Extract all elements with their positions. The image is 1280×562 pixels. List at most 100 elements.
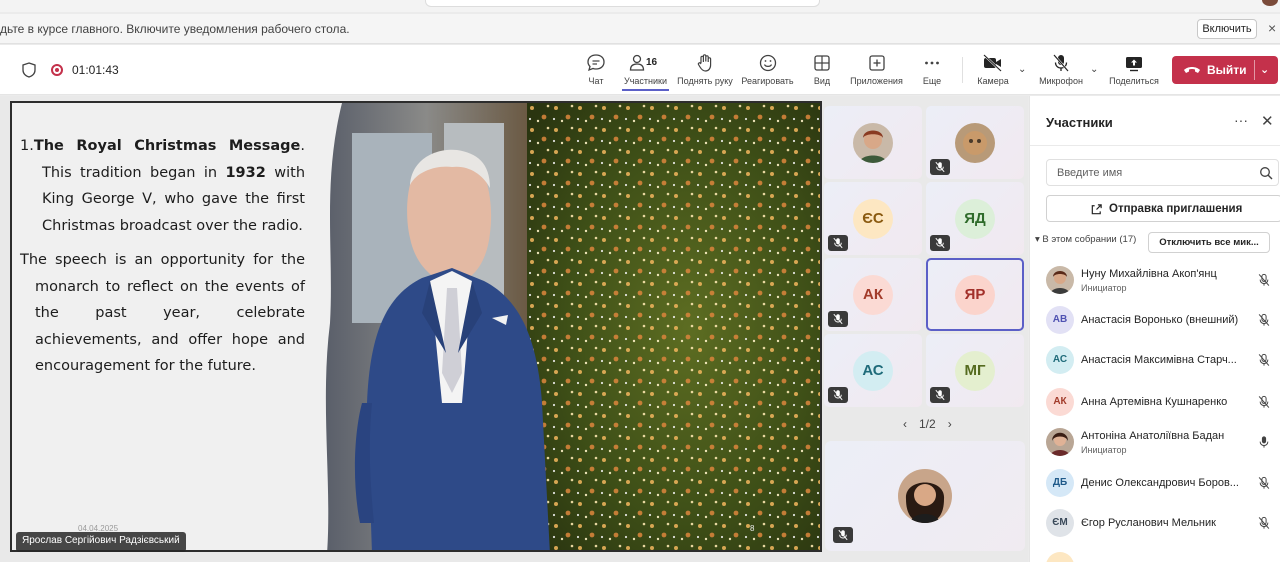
participant-role: Инициатор	[1081, 283, 1127, 293]
leave-label: Выйти	[1207, 63, 1247, 77]
participant-row[interactable]: Антоніна Анатоліївна Бадан Инициатор	[1030, 424, 1280, 460]
participant-initials: ЄС	[853, 198, 893, 239]
profile-avatar[interactable]	[1262, 0, 1278, 6]
search-input[interactable]: Введите имя	[1046, 159, 1279, 186]
avatar: ДБ	[1046, 469, 1074, 497]
invite-label: Отправка приглашения	[1109, 203, 1243, 215]
camera-off-icon	[983, 54, 1002, 72]
close-icon[interactable]: ×	[1268, 20, 1276, 36]
apps-button[interactable]: Приложения	[848, 53, 905, 91]
video-tile[interactable]: АК	[824, 258, 922, 331]
close-icon[interactable]: ✕	[1261, 112, 1274, 130]
mute-all-button[interactable]: Отключить все мик...	[1148, 232, 1270, 253]
participant-row[interactable]: ДБ Денис Олександрович Боров...	[1030, 465, 1280, 501]
video-tile[interactable]: ЯД	[926, 182, 1024, 255]
mic-off-icon	[1258, 313, 1270, 326]
mic-off-icon	[1258, 476, 1270, 489]
chat-button[interactable]: Чат	[583, 53, 609, 91]
king-christmas-photo	[325, 103, 820, 550]
video-tile[interactable]: АС	[824, 334, 922, 407]
slide-paragraph-1: 1.The Royal Christmas Message. This trad…	[20, 133, 305, 239]
leave-options-chevron-icon[interactable]: ⌄	[1260, 63, 1269, 76]
previous-page-icon[interactable]: ‹	[903, 417, 907, 431]
presenter-name-tag: Ярослав Сергійович Радзієвський	[16, 532, 186, 552]
share-invite-icon	[1091, 204, 1102, 215]
panel-title: Участники	[1046, 115, 1113, 130]
participant-photo-avatar	[853, 122, 893, 163]
slide-text: 1.The Royal Christmas Message. This trad…	[20, 133, 305, 380]
participant-name: Анастасія Максимівна Старч...	[1081, 354, 1237, 366]
mic-off-icon	[1258, 395, 1270, 408]
view-button[interactable]: Вид	[808, 53, 836, 91]
hand-icon	[697, 54, 712, 72]
mic-off-icon	[1258, 353, 1270, 366]
more-options-icon[interactable]: ···	[1234, 112, 1248, 128]
participant-photo-avatar	[898, 469, 952, 523]
share-screen-icon	[1126, 57, 1142, 72]
in-meeting-section-header[interactable]: ▾ В этом собрании (17)	[1035, 234, 1136, 245]
list-number: 1.	[20, 138, 34, 154]
toolbar-divider	[962, 57, 963, 83]
video-tile[interactable]: МГ	[926, 334, 1024, 407]
react-button[interactable]: Реагировать	[740, 53, 795, 91]
avatar	[1046, 266, 1074, 294]
camera-options-chevron-icon[interactable]: ⌄	[1018, 64, 1026, 75]
participant-name: Анна Артемівна Кушнаренко	[1081, 396, 1228, 408]
avatar	[1046, 552, 1074, 562]
people-icon	[629, 54, 645, 71]
react-label: Реагировать	[741, 76, 794, 86]
participant-row-partial[interactable]	[1030, 548, 1280, 562]
recording-icon	[51, 64, 63, 76]
chat-icon	[587, 54, 605, 72]
enable-notifications-button[interactable]: Включить	[1197, 19, 1257, 39]
muted-mic-icon	[833, 527, 853, 543]
mic-off-icon	[1258, 273, 1270, 286]
participant-initials: ЯР	[955, 274, 995, 315]
hang-up-icon	[1184, 67, 1200, 73]
mic-off-icon	[1258, 516, 1270, 529]
participant-row[interactable]: АК Анна Артемівна Кушнаренко	[1030, 384, 1280, 420]
raise-hand-button[interactable]: Поднять руку	[676, 53, 734, 91]
participant-row[interactable]: АВ Анастасія Воронько (внешний)	[1030, 302, 1280, 338]
grid-pager: ‹ 1/2 ›	[897, 417, 958, 431]
camera-button[interactable]: Камера	[976, 53, 1010, 91]
apps-label: Приложения	[850, 76, 903, 86]
participant-row[interactable]: АС Анастасія Максимівна Старч...	[1030, 342, 1280, 378]
avatar: АК	[1046, 388, 1074, 416]
participant-row[interactable]: Нуну Михайлівна Акоп'янц Инициатор	[1030, 262, 1280, 298]
mic-options-chevron-icon[interactable]: ⌄	[1090, 64, 1098, 75]
video-tile[interactable]	[926, 106, 1024, 179]
active-speaker-tile[interactable]: ЯР	[926, 258, 1024, 331]
view-label: Вид	[813, 76, 831, 86]
muted-mic-icon	[828, 311, 848, 327]
muted-mic-icon	[828, 387, 848, 403]
mic-on-icon	[1259, 436, 1269, 448]
video-tile[interactable]	[824, 106, 922, 179]
slide-paragraph-2: The speech is an opportunity for the mon…	[20, 252, 305, 374]
address-bar[interactable]	[425, 0, 820, 7]
mic-off-icon	[1053, 54, 1069, 72]
smile-icon	[759, 54, 776, 72]
participant-name: Анастасія Воронько (внешний)	[1081, 314, 1239, 326]
participant-row[interactable]: ЄМ Єгор Русланович Мельник	[1030, 505, 1280, 541]
self-video-tile[interactable]	[825, 441, 1025, 551]
participants-panel: Участники ··· ✕ Введите имя Отправка при…	[1029, 96, 1280, 562]
participant-name: Нуну Михайлівна Акоп'янц	[1081, 268, 1217, 280]
share-label: Поделиться	[1109, 76, 1159, 86]
participant-name: Денис Олександрович Боров...	[1081, 477, 1239, 489]
more-button[interactable]: Еще	[920, 53, 944, 91]
send-invite-button[interactable]: Отправка приглашения	[1046, 195, 1280, 222]
participant-initials: АС	[853, 350, 893, 391]
avatar: ЄМ	[1046, 509, 1074, 537]
next-page-icon[interactable]: ›	[948, 417, 952, 431]
avatar: АВ	[1046, 306, 1074, 334]
leave-button[interactable]: Выйти ⌄	[1172, 56, 1278, 84]
search-icon	[1260, 167, 1273, 180]
share-button[interactable]: Поделиться	[1107, 53, 1161, 91]
mic-button[interactable]: Микрофон	[1037, 53, 1085, 91]
video-tile[interactable]: ЄС	[824, 182, 922, 255]
participants-button[interactable]: 16 Участники	[622, 53, 669, 91]
muted-mic-icon	[930, 159, 950, 175]
participant-role: Инициатор	[1081, 445, 1127, 455]
page-indicator: 1/2	[919, 417, 936, 431]
